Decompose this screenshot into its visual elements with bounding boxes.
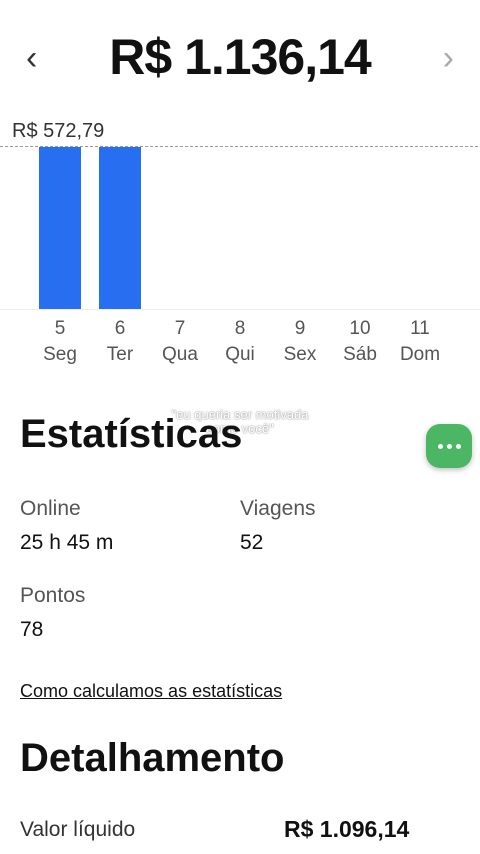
- trips-label: Viagens: [240, 497, 316, 520]
- day-label-5[interactable]: 5 Seg: [30, 316, 90, 368]
- day-label-9[interactable]: 9 Sex: [270, 316, 330, 368]
- day-label-7[interactable]: 7 Qua: [150, 316, 210, 368]
- header: ‹ R$ 1.136,14 ›: [0, 0, 480, 110]
- more-icon: [437, 443, 461, 449]
- trips-value: 52: [240, 531, 264, 554]
- chart-max-label: R$ 572,79: [12, 120, 105, 142]
- day-number: 8: [234, 318, 246, 339]
- total-earnings: R$ 1.136,14: [109, 29, 371, 85]
- points-label: Pontos: [20, 584, 86, 607]
- net-value: R$ 1.096,14: [284, 816, 410, 842]
- day-name: Qui: [225, 344, 255, 365]
- points-value: 78: [20, 618, 44, 641]
- day-number: 9: [294, 318, 306, 339]
- bar-day-5[interactable]: [39, 147, 81, 309]
- day-label-6[interactable]: 6 Ter: [90, 316, 150, 368]
- chevron-right-icon[interactable]: ›: [443, 38, 454, 78]
- online-label: Online: [20, 497, 81, 520]
- day-number: 11: [410, 318, 430, 339]
- day-number: 10: [349, 318, 371, 339]
- day-name: Sáb: [343, 344, 377, 365]
- bar-day-6[interactable]: [99, 147, 141, 309]
- more-button[interactable]: [426, 424, 472, 468]
- net-value-label: Valor líquido: [20, 818, 136, 841]
- stats-title: Estatísticas: [20, 412, 243, 456]
- day-number: 6: [114, 318, 126, 339]
- day-label-8[interactable]: 8 Qui: [210, 316, 270, 368]
- day-number: 7: [174, 318, 186, 339]
- details-title: Detalhamento: [20, 736, 285, 780]
- day-name: Dom: [399, 344, 441, 365]
- day-name: Qua: [162, 344, 198, 365]
- day-name: Sex: [283, 344, 317, 365]
- day-name: Seg: [43, 344, 77, 365]
- day-label-11[interactable]: 11 Dom: [390, 316, 450, 368]
- baseline: [0, 309, 480, 310]
- day-name: Ter: [106, 344, 134, 365]
- day-number: 5: [54, 318, 66, 339]
- how-we-calculate-link[interactable]: Como calculamos as estatísticas: [20, 681, 282, 702]
- day-label-10[interactable]: 10 Sáb: [330, 316, 390, 368]
- online-value: 25 h 45 m: [20, 531, 114, 554]
